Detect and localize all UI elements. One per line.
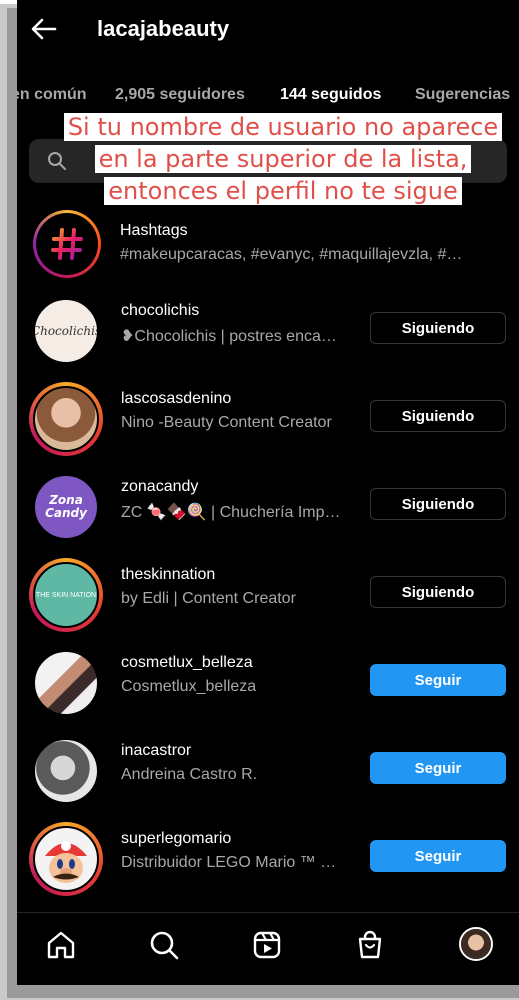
tab-followers[interactable]: 2,905 seguidores: [115, 86, 245, 104]
following-button[interactable]: Siguiendo: [370, 312, 506, 344]
follow-button[interactable]: Seguir: [370, 840, 506, 872]
account-username[interactable]: superlegomario: [121, 830, 231, 848]
list-item[interactable]: THE SKIN NATION theskinnation by Edli | …: [17, 550, 519, 638]
list-item[interactable]: inacastror Andreina Castro R. Seguir: [17, 726, 519, 814]
following-button[interactable]: Siguiendo: [370, 400, 506, 432]
account-name: Distribuidor LEGO Mario ™ …: [121, 854, 337, 871]
tab-suggestions[interactable]: Sugerencias: [415, 86, 510, 104]
list-item[interactable]: cosmetlux_belleza Cosmetlux_belleza Segu…: [17, 638, 519, 726]
list-item[interactable]: Chocolichis chocolichis ❥Chocolichis | p…: [17, 286, 519, 374]
account-username[interactable]: inacastror: [121, 742, 191, 760]
tab-following[interactable]: 144 seguidos: [280, 86, 381, 104]
hashtag-icon: [51, 228, 83, 260]
avatar[interactable]: Chocolichis: [29, 294, 103, 368]
account-username[interactable]: chocolichis: [121, 302, 199, 320]
overlay-caption: Si tu nombre de usuario no aparece en la…: [45, 111, 519, 207]
account-username[interactable]: cosmetlux_belleza: [121, 654, 253, 672]
avatar[interactable]: [29, 382, 103, 456]
account-name: ❥Chocolichis | postres enca…: [121, 328, 337, 345]
following-button[interactable]: Siguiendo: [370, 488, 506, 520]
phone-screen: lacajabeauty en común 2,905 seguidores 1…: [17, 0, 519, 985]
follow-button[interactable]: Seguir: [370, 752, 506, 784]
overlay-line-2: en la parte superior de la lista,: [94, 145, 472, 173]
overlay-line-3: entonces el perfil no te sigue: [104, 177, 462, 205]
bottom-nav: [17, 912, 519, 985]
account-name: ZC 🍬🍫🍭 | Chuchería Imp…: [121, 504, 341, 521]
home-icon[interactable]: [45, 929, 77, 961]
avatar[interactable]: [29, 822, 103, 896]
top-bar: lacajabeauty: [17, 0, 519, 60]
chocolichis-logo-text: Chocolichis: [33, 324, 99, 338]
hashtag-ring: [33, 210, 101, 278]
account-name: Nino -Beauty Content Creator: [121, 414, 332, 431]
reels-icon[interactable]: [251, 929, 283, 961]
overlay-line-1: Si tu nombre de usuario no aparece: [63, 113, 503, 141]
avatar[interactable]: Zona Candy: [29, 470, 103, 544]
account-username[interactable]: zonacandy: [121, 478, 198, 496]
zonacandy-logo-text: Zona Candy: [45, 493, 87, 520]
hashtags-subtitle: #makeupcaracas, #evanyc, #maquillajevzla…: [120, 246, 463, 263]
hashtags-row[interactable]: Hashtags #makeupcaracas, #evanyc, #maqui…: [17, 206, 519, 282]
avatar[interactable]: [29, 734, 103, 808]
page-title: lacajabeauty: [97, 16, 230, 41]
avatar[interactable]: [29, 646, 103, 720]
avatar[interactable]: THE SKIN NATION: [29, 558, 103, 632]
hashtags-title: Hashtags: [120, 222, 188, 239]
skinnation-logo-text: THE SKIN NATION: [35, 591, 97, 599]
search-icon[interactable]: [148, 929, 180, 961]
back-arrow-icon[interactable]: [29, 14, 59, 44]
list-item[interactable]: Zona Candy zonacandy ZC 🍬🍫🍭 | Chuchería …: [17, 462, 519, 550]
following-button[interactable]: Siguiendo: [370, 576, 506, 608]
profile-avatar[interactable]: [459, 927, 493, 961]
account-name: Cosmetlux_belleza: [121, 678, 257, 695]
account-username[interactable]: theskinnation: [121, 566, 215, 584]
account-name: by Edli | Content Creator: [121, 590, 296, 607]
shop-icon[interactable]: [354, 929, 386, 961]
account-username[interactable]: lascosasdenino: [121, 390, 231, 408]
mario-face-icon: [45, 841, 87, 883]
tab-mutual[interactable]: en común: [17, 86, 87, 104]
list-item[interactable]: lascosasdenino Nino -Beauty Content Crea…: [17, 374, 519, 462]
account-name: Andreina Castro R.: [121, 766, 258, 783]
list-item[interactable]: superlegomario Distribuidor LEGO Mario ™…: [17, 814, 519, 902]
follow-button[interactable]: Seguir: [370, 664, 506, 696]
